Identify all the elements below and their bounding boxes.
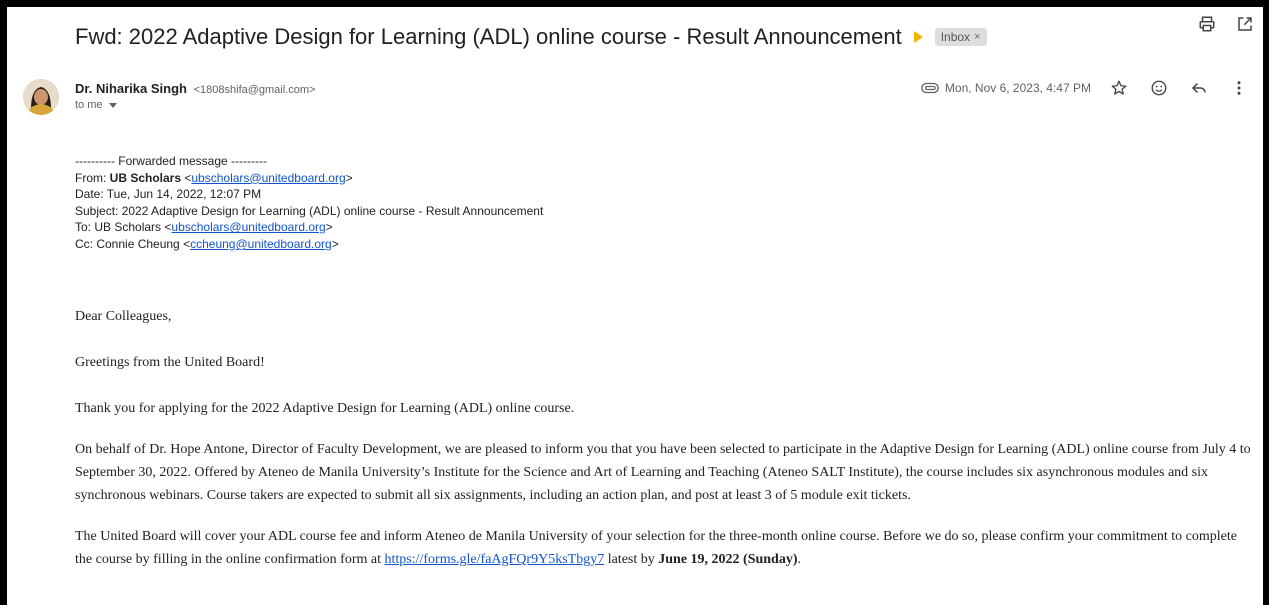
sender-name[interactable]: Dr. Niharika Singh bbox=[75, 81, 187, 96]
message-actions bbox=[1109, 77, 1249, 99]
forward-divider: ---------- Forwarded message --------- bbox=[75, 154, 267, 168]
from-label: From: bbox=[75, 170, 110, 185]
forward-cc-line: Cc: Connie Cheung <ccheung@unitedboard.o… bbox=[75, 236, 339, 251]
star-icon[interactable] bbox=[1109, 77, 1129, 99]
cc-email-link[interactable]: ccheung@unitedboard.org bbox=[190, 237, 332, 251]
body-paragraph-1: On behalf of Dr. Hope Antone, Director o… bbox=[75, 442, 1251, 503]
print-icon[interactable] bbox=[1197, 13, 1217, 35]
chevron-down-icon[interactable] bbox=[108, 102, 117, 108]
inbox-label-text: Inbox bbox=[940, 30, 971, 44]
to-label: To: UB Scholars bbox=[75, 220, 165, 235]
sender-line: Dr. Niharika Singh <1808shifa@gmail.com> bbox=[75, 81, 315, 96]
recipient-details-toggle[interactable]: to me bbox=[75, 99, 315, 111]
message-body: Dear Colleagues, Greetings from the Unit… bbox=[75, 305, 1253, 571]
remove-label-icon[interactable]: × bbox=[974, 31, 980, 43]
forward-to-line: To: UB Scholars <ubscholars@unitedboard.… bbox=[75, 220, 333, 235]
forwarded-header: ---------- Forwarded message --------- F… bbox=[75, 153, 543, 253]
email-subject: Fwd: 2022 Adaptive Design for Learning (… bbox=[75, 24, 902, 49]
from-name: UB Scholars bbox=[109, 170, 182, 185]
forward-subject-line: Subject: 2022 Adaptive Design for Learni… bbox=[75, 203, 544, 218]
sender-block: Dr. Niharika Singh <1808shifa@gmail.com>… bbox=[75, 81, 315, 111]
avatar[interactable] bbox=[23, 79, 59, 115]
para2-end: . bbox=[797, 552, 802, 567]
body-greetings-line: Greetings from the United Board! bbox=[75, 355, 265, 370]
forward-from-line: From: UB Scholars <ubscholars@unitedboar… bbox=[75, 170, 353, 185]
top-actions bbox=[1197, 13, 1255, 35]
message-meta: Mon, Nov 6, 2023, 4:47 PM bbox=[920, 77, 1249, 99]
importance-marker-icon[interactable] bbox=[913, 31, 923, 43]
attachment-icon bbox=[920, 82, 939, 94]
recipient-text: to me bbox=[75, 99, 103, 111]
reply-icon[interactable] bbox=[1189, 77, 1209, 99]
open-in-new-window-icon[interactable] bbox=[1235, 13, 1255, 35]
cc-label: Cc: Connie Cheung bbox=[75, 236, 184, 251]
confirmation-form-link[interactable]: https://forms.gle/faAgFQr9Y5ksTbgy7 bbox=[384, 552, 604, 567]
sender-email: <1808shifa@gmail.com> bbox=[193, 84, 316, 96]
forward-date-line: Date: Tue, Jun 14, 2022, 12:07 PM bbox=[75, 187, 262, 202]
message-date: Mon, Nov 6, 2023, 4:47 PM bbox=[944, 81, 1091, 95]
emoji-reaction-icon[interactable] bbox=[1149, 77, 1169, 99]
to-email-link[interactable]: ubscholars@unitedboard.org bbox=[171, 220, 325, 234]
body-paragraph-2: The United Board will cover your ADL cou… bbox=[75, 525, 1253, 571]
email-view: Fwd: 2022 Adaptive Design for Learning (… bbox=[7, 7, 1263, 605]
from-email-link[interactable]: ubscholars@unitedboard.org bbox=[191, 171, 345, 185]
inbox-label-chip[interactable]: Inbox × bbox=[934, 28, 987, 46]
body-greeting: Dear Colleagues, bbox=[75, 309, 172, 324]
more-vert-icon[interactable] bbox=[1229, 77, 1249, 99]
deadline-text: June 19, 2022 (Sunday) bbox=[658, 552, 798, 567]
para2-mid: latest by bbox=[604, 552, 659, 567]
subject-row: Fwd: 2022 Adaptive Design for Learning (… bbox=[75, 19, 1253, 55]
body-thanks: Thank you for applying for the 2022 Adap… bbox=[75, 401, 575, 416]
